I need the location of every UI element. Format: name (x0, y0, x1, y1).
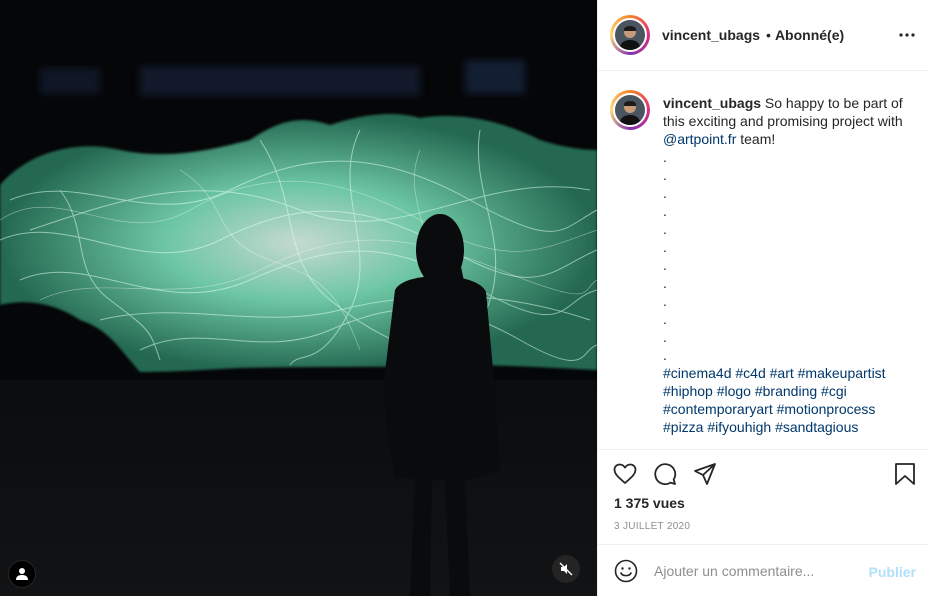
post-header: vincent_ubags • Abonné(e) (598, 0, 929, 71)
mute-toggle-button[interactable] (552, 555, 580, 583)
caption-dots: . . . . . . . . . . . . (663, 148, 918, 364)
view-count[interactable]: 1 375 vues (614, 495, 685, 511)
save-button[interactable] (892, 461, 918, 487)
comment-bar: Publier (598, 544, 929, 596)
share-icon (694, 463, 716, 485)
caption-dot: . (663, 167, 667, 183)
author-avatar[interactable] (610, 15, 650, 55)
like-button[interactable] (612, 461, 638, 487)
comment-icon (654, 463, 677, 486)
caption-dot: . (663, 275, 667, 291)
publish-comment-button[interactable]: Publier (869, 564, 916, 580)
hashtag-line[interactable]: #contemporaryart #motionprocess (663, 401, 875, 417)
more-options-button[interactable] (896, 26, 918, 44)
hashtag-line[interactable]: #cinema4d #c4d #art #makeupartist (663, 365, 886, 381)
caption-dot: . (663, 293, 667, 309)
caption-body-after: team! (736, 131, 776, 147)
caption-dot: . (663, 185, 667, 201)
hashtag-line[interactable]: #pizza #ifyouhigh #sandtagious (663, 419, 858, 435)
comment-button[interactable] (652, 461, 678, 487)
caption-dot: . (663, 257, 667, 273)
bookmark-icon (895, 463, 915, 485)
emoji-icon (614, 559, 638, 582)
post-side-panel: vincent_ubags • Abonné(e) vincent_ubags … (597, 0, 929, 596)
comment-input[interactable] (654, 562, 844, 579)
caption-dot: . (663, 239, 667, 255)
share-button[interactable] (692, 461, 718, 487)
hashtag-line[interactable]: #hiphop #logo #branding #cgi (663, 383, 847, 399)
tag-user-icon (16, 568, 28, 580)
tag-user-button[interactable] (8, 560, 36, 588)
caption-author-avatar[interactable] (610, 90, 650, 130)
caption-scroll-area[interactable]: vincent_ubags So happy to be part of thi… (598, 72, 929, 450)
caption-dot: . (663, 203, 667, 219)
caption-hashtags: #cinema4d #c4d #art #makeupartist #hipho… (663, 364, 918, 436)
post-media-video[interactable] (0, 0, 597, 596)
caption-dot: . (663, 149, 667, 165)
caption-dot: . (663, 311, 667, 327)
caption-dot: . (663, 221, 667, 237)
video-frame-artwork (0, 0, 597, 596)
post-date[interactable]: 3 JUILLET 2020 (614, 521, 690, 532)
volume-muted-icon (559, 562, 573, 576)
caption-text: vincent_ubags So happy to be part of thi… (663, 94, 918, 436)
header-separator: • (766, 27, 771, 43)
caption-username[interactable]: vincent_ubags (663, 95, 761, 111)
emoji-button[interactable] (613, 558, 639, 584)
avatar-image (613, 18, 647, 52)
follow-status-button[interactable]: Abonné(e) (775, 27, 844, 43)
avatar-image (613, 93, 647, 127)
caption-mention-link[interactable]: @artpoint.fr (663, 131, 736, 147)
post-actions-bar (598, 451, 929, 497)
more-options-icon (899, 33, 915, 37)
caption-dot: . (663, 347, 667, 363)
caption-dot: . (663, 329, 667, 345)
author-username[interactable]: vincent_ubags (662, 27, 760, 43)
heart-icon (613, 463, 637, 484)
